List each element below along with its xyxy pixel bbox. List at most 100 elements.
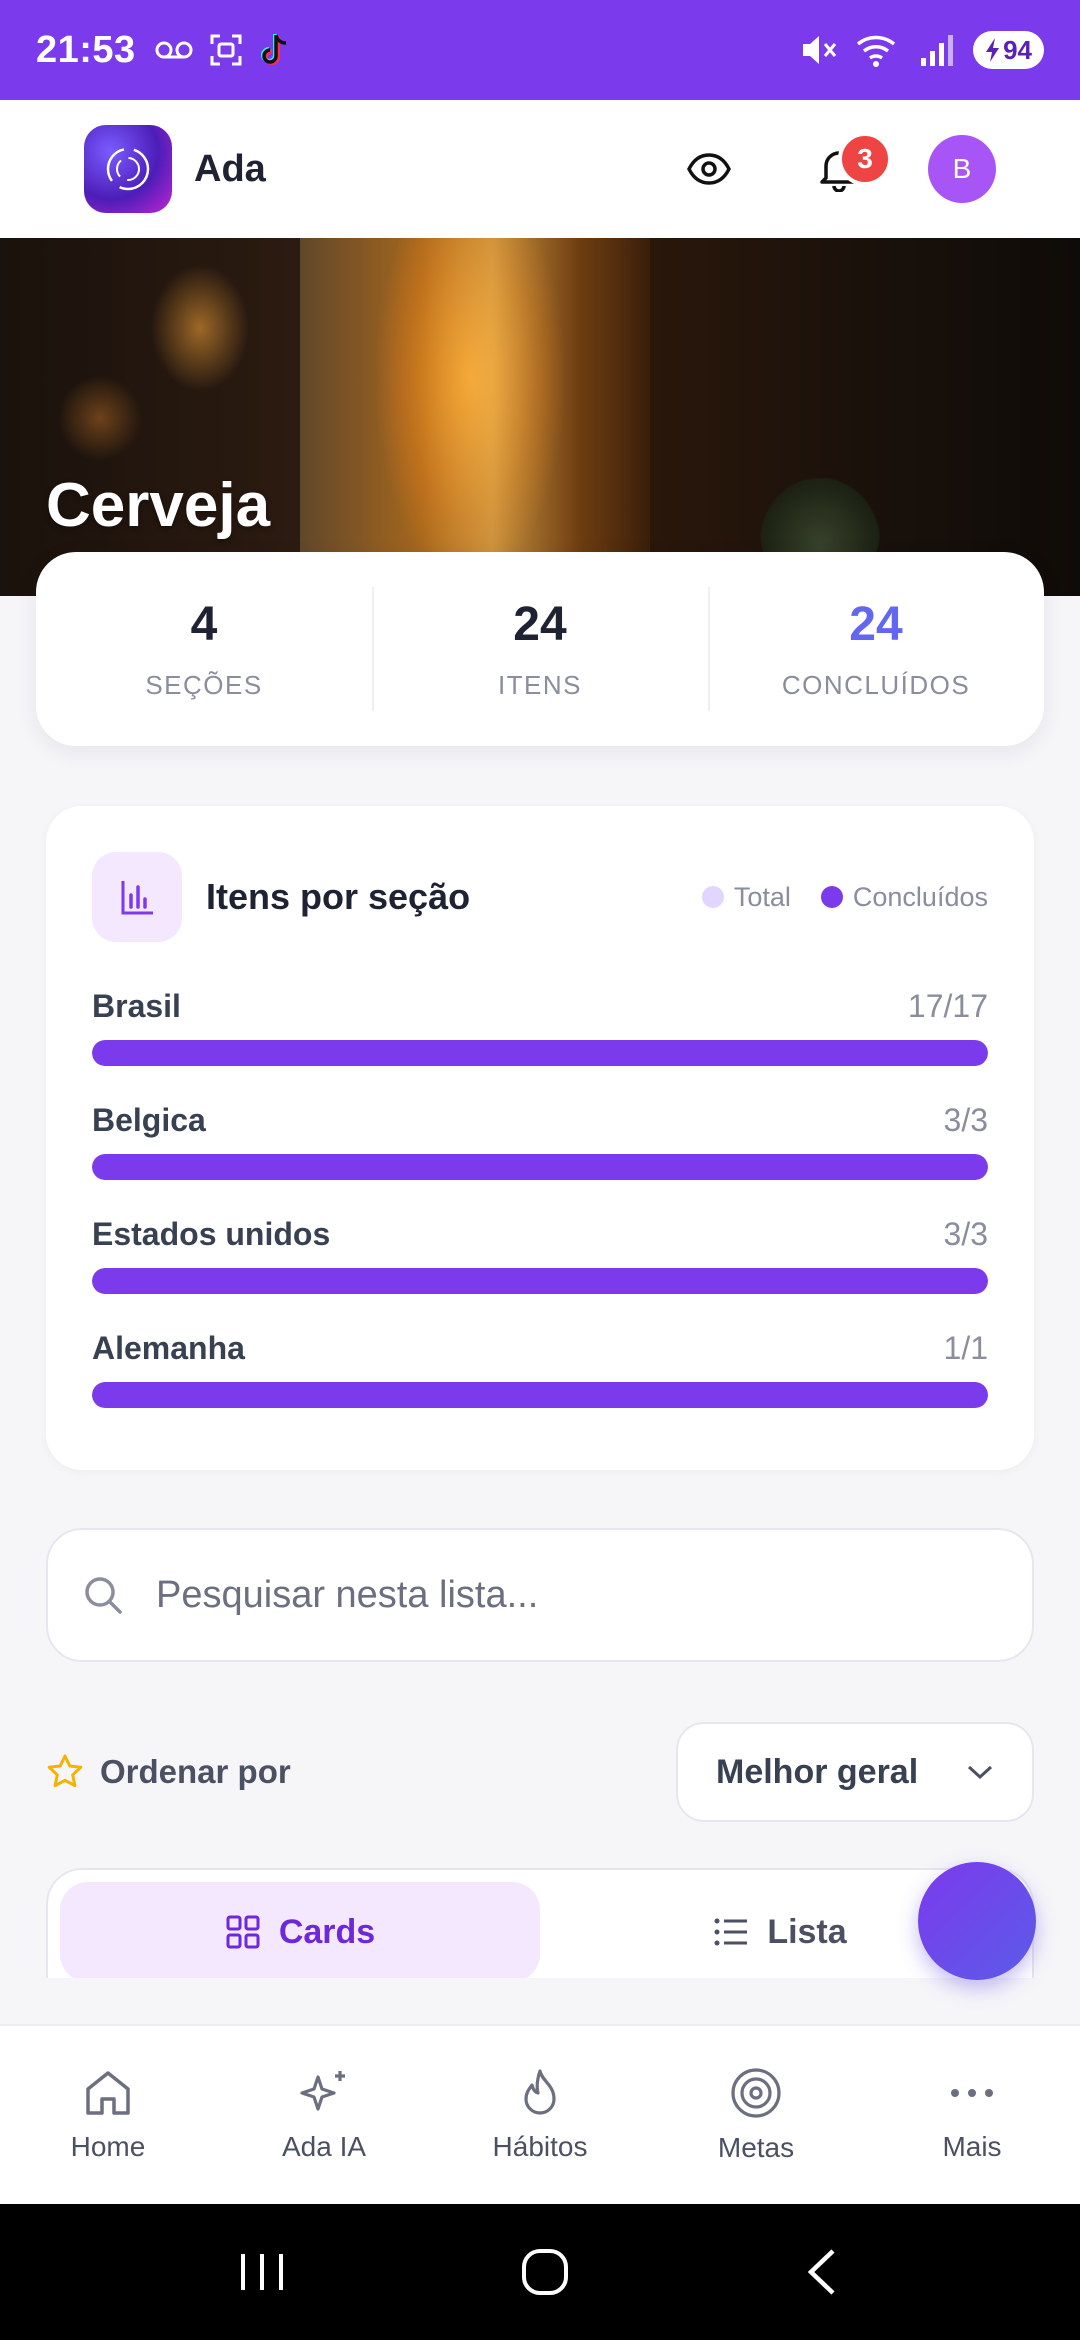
chart-row: Brasil 17/17 — [92, 986, 988, 1066]
progress-track — [92, 1382, 988, 1408]
section-name: Brasil — [92, 987, 181, 1024]
nav-metas[interactable]: Metas — [648, 2026, 864, 2204]
legend-dot-completed — [820, 886, 843, 908]
nav-ada-ia[interactable]: Ada IA — [216, 2026, 432, 2204]
chart-title: Itens por seção — [206, 876, 471, 917]
grid-icon — [226, 1915, 260, 1949]
stat-value: 24 — [513, 598, 567, 651]
stat-completed: 24 CONCLUÍDOS — [708, 587, 1044, 711]
progress-fill — [92, 1040, 988, 1066]
sparkles-icon — [300, 2071, 345, 2111]
bar-chart-icon — [92, 852, 182, 942]
wifi-icon — [856, 35, 896, 67]
legend-completed: Concluídos — [820, 881, 988, 913]
tiktok-icon — [260, 34, 286, 65]
nav-habitos[interactable]: Hábitos — [432, 2026, 648, 2204]
stat-value: 4 — [190, 598, 218, 651]
section-count: 1/1 — [943, 1329, 988, 1366]
section-count: 3/3 — [943, 1215, 988, 1252]
visibility-button[interactable] — [644, 124, 774, 214]
flame-icon — [524, 2069, 556, 2115]
screenshot-icon — [210, 34, 242, 66]
beer-glass-image — [300, 238, 650, 596]
chart-legend: Total Concluídos — [701, 881, 988, 913]
nav-home[interactable]: Home — [0, 2026, 216, 2204]
legend-label-total: Total — [733, 881, 791, 912]
chart-row: Belgica 3/3 — [92, 1100, 988, 1180]
section-name: Alemanha — [92, 1329, 245, 1366]
back-icon[interactable] — [803, 2247, 843, 2297]
charging-icon — [986, 38, 1000, 62]
recent-apps-icon[interactable] — [237, 2250, 287, 2294]
page-title: Cerveja — [46, 471, 271, 540]
bottom-nav: Home Ada IA Hábitos Metas Mais — [0, 2024, 1080, 2204]
app-logo[interactable] — [84, 125, 172, 213]
chart-row: Alemanha 1/1 — [92, 1328, 988, 1408]
nav-label: Ada IA — [281, 2131, 367, 2162]
status-time: 21:53 — [36, 28, 136, 71]
view-toggle: Cards Lista — [46, 1868, 1034, 1978]
app-name: Ada — [194, 147, 266, 190]
sort-row: Ordenar por Melhor geral — [46, 1722, 1034, 1822]
progress-track — [92, 1268, 988, 1294]
legend-total: Total — [701, 881, 791, 913]
floating-action-button[interactable] — [918, 1862, 1036, 1980]
section-count: 3/3 — [943, 1101, 988, 1138]
search-input[interactable] — [156, 1573, 976, 1617]
nav-label: Hábitos — [492, 2131, 588, 2162]
progress-fill — [92, 1268, 988, 1294]
section-name: Estados unidos — [92, 1215, 331, 1252]
section-name: Belgica — [92, 1101, 206, 1138]
stat-items: 24 ITENS — [372, 587, 708, 711]
stat-label: SEÇÕES — [145, 670, 263, 700]
sort-label: Ordenar por — [100, 1753, 291, 1790]
system-navigation-bar — [0, 2204, 1080, 2340]
search-icon — [85, 1577, 122, 1614]
section-count: 17/17 — [907, 987, 988, 1024]
avatar[interactable]: B — [928, 135, 996, 203]
more-icon — [951, 2089, 993, 2097]
sort-dropdown[interactable]: Melhor geral — [676, 1722, 1034, 1822]
nav-label: Home — [70, 2131, 146, 2162]
chart-row: Estados unidos 3/3 — [92, 1214, 988, 1294]
legend-label-completed: Concluídos — [852, 881, 988, 912]
stat-sections: 4 SEÇÕES — [36, 597, 372, 701]
signal-icon — [921, 35, 954, 66]
notification-badge: 3 — [838, 132, 892, 186]
nav-label: Metas — [717, 2132, 795, 2163]
chevron-down-icon — [967, 1765, 993, 1780]
target-icon — [731, 2068, 781, 2118]
battery-indicator: 94 — [973, 31, 1044, 69]
list-icon — [714, 1918, 748, 1946]
voicemail-icon — [155, 41, 193, 59]
battery-level: 94 — [1003, 34, 1032, 65]
legend-dot-total — [701, 886, 724, 908]
search-bar[interactable] — [46, 1528, 1034, 1662]
chart-rows: Brasil 17/17 Belgica 3/3 Estados unidos … — [92, 986, 988, 1408]
list-view-label: Lista — [767, 1912, 847, 1951]
items-by-section-card: Itens por seção Total Concluídos Brasil … — [46, 806, 1034, 1470]
cards-view-label: Cards — [278, 1912, 376, 1951]
stats-card: 4 SEÇÕES 24 ITENS 24 CONCLUÍDOS — [36, 552, 1044, 746]
progress-fill — [92, 1154, 988, 1180]
stat-value: 24 — [849, 598, 903, 651]
notifications-button[interactable]: 3 — [774, 124, 904, 214]
progress-track — [92, 1154, 988, 1180]
home-button-icon[interactable] — [520, 2247, 570, 2297]
eye-icon — [687, 153, 731, 185]
home-icon — [86, 2071, 130, 2115]
sort-selected-value: Melhor geral — [716, 1752, 919, 1791]
star-icon — [47, 1754, 83, 1788]
cards-view-button[interactable]: Cards — [60, 1882, 540, 1978]
status-bar: 21:53 94 — [0, 0, 1080, 100]
nav-label: Mais — [942, 2131, 1002, 2162]
app-header: Ada 3 B — [0, 100, 1080, 238]
stat-label: CONCLUÍDOS — [781, 670, 971, 700]
nav-mais[interactable]: Mais — [864, 2026, 1080, 2204]
stat-label: ITENS — [497, 670, 583, 700]
logo-swirl-icon — [106, 147, 150, 191]
progress-fill — [92, 1382, 988, 1408]
progress-track — [92, 1040, 988, 1066]
hero-banner: Cerveja — [0, 238, 1080, 596]
mute-icon — [803, 36, 837, 64]
